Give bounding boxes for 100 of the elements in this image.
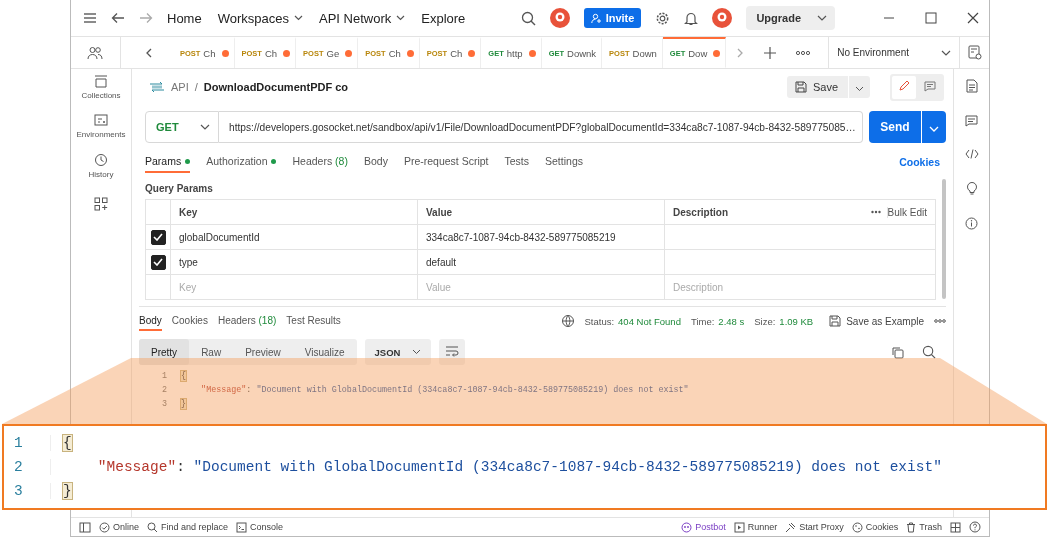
send-button[interactable]: Send	[869, 111, 921, 143]
code-icon[interactable]	[964, 149, 979, 159]
trash-icon	[906, 521, 917, 533]
document-icon[interactable]	[965, 79, 978, 93]
back-arrow-icon[interactable]	[111, 12, 125, 24]
wrap-lines-button[interactable]	[439, 339, 466, 365]
scrollbar[interactable]	[942, 179, 946, 299]
table-cell[interactable]: type	[170, 249, 418, 275]
lightbulb-icon[interactable]	[965, 181, 978, 195]
bot-icon	[681, 521, 693, 533]
table-cell[interactable]: default	[417, 249, 665, 275]
search-icon[interactable]	[520, 10, 536, 26]
view-mode-tab[interactable]: Raw	[189, 339, 234, 365]
wrap-icon	[445, 344, 460, 357]
caret-icon[interactable]	[294, 15, 303, 21]
size-value[interactable]: 1.09 KB	[779, 315, 814, 327]
avatar-icon[interactable]	[549, 8, 570, 28]
history-icon	[94, 153, 108, 167]
request-section-tab[interactable]: Body	[363, 151, 388, 173]
close-icon[interactable]	[967, 12, 979, 24]
status-bar-item[interactable]: Cookies	[851, 521, 899, 533]
more-icon[interactable]	[934, 319, 946, 323]
line-number: 1	[160, 371, 168, 381]
breadcrumb-separator: /	[194, 81, 198, 93]
response-tab[interactable]: Headers (18)	[217, 311, 277, 331]
checkbox[interactable]	[150, 229, 166, 245]
sidebar-label: Collections	[81, 91, 121, 100]
request-section-tab[interactable]: Headers (8)	[292, 151, 348, 173]
copy-icon[interactable]	[891, 345, 904, 359]
breadcrumb-link[interactable]: API	[171, 81, 189, 93]
caret-icon[interactable]	[817, 15, 827, 21]
checkbox[interactable]	[150, 254, 166, 270]
edit-mode-button[interactable]	[892, 75, 916, 99]
response-tab[interactable]: Cookies	[171, 311, 208, 331]
status-bar-item[interactable]: Start Proxy	[785, 521, 844, 533]
time-label: Time:	[690, 315, 715, 327]
request-section-tab[interactable]: Tests	[504, 151, 530, 173]
response-tab[interactable]: Test Results	[286, 311, 341, 331]
invite-button[interactable]: Invite	[583, 8, 642, 28]
view-mode-tab[interactable]: Visualize	[292, 339, 357, 365]
save-as-example-button[interactable]: Save as Example	[829, 315, 924, 327]
table-cell[interactable]: globalDocumentId	[170, 224, 418, 250]
cookies-link[interactable]: Cookies	[899, 156, 940, 168]
request-section-tab[interactable]: Pre-request Script	[403, 151, 489, 173]
request-section-tab[interactable]: Params	[145, 151, 191, 173]
time-value[interactable]: 2.48 s	[718, 315, 745, 327]
nav-link[interactable]: Home	[167, 10, 202, 26]
plus-icon[interactable]	[764, 46, 777, 59]
column-header: Key	[170, 199, 418, 225]
nav-link[interactable]: Explore	[421, 10, 466, 26]
bulk-edit-link[interactable]: Bulk Edit	[886, 206, 927, 218]
search-icon	[147, 521, 158, 533]
menu-icon[interactable]	[83, 12, 97, 24]
url-field[interactable]: https://developers.gosocket.net/sandbox/api/v1/File/DownloadDocumentPDF?globalDocumentId=334ca8c7-1087-94cb-8432-589775085…	[219, 111, 863, 143]
status-bar-item[interactable]: Find and replace	[147, 521, 229, 533]
add-apps-icon[interactable]	[94, 197, 108, 211]
team-icon[interactable]	[87, 45, 104, 60]
avatar-icon[interactable]	[712, 8, 733, 28]
request-section-tab[interactable]: Authorization	[206, 151, 277, 173]
environment-settings-icon[interactable]	[967, 45, 982, 60]
request-title[interactable]: DownloadDocumentPDF co	[203, 81, 349, 93]
info-icon[interactable]	[965, 217, 978, 230]
environment-icon	[94, 114, 108, 127]
request-section-tab[interactable]: Settings	[545, 151, 583, 173]
sidebar-label: Environments	[76, 130, 126, 139]
status-value[interactable]: 404 Not Found	[618, 315, 681, 327]
panel-icon[interactable]	[79, 521, 91, 533]
comment-icon[interactable]	[965, 115, 978, 127]
nav-link[interactable]: Workspaces	[217, 10, 303, 26]
maximize-icon[interactable]	[925, 12, 937, 24]
table-cell[interactable]: 334ca8c7-1087-94cb-8432-589775085219	[417, 224, 665, 250]
response-tab[interactable]: Body	[139, 311, 162, 331]
line-number: 2	[160, 385, 168, 395]
nav-link[interactable]: API Network	[319, 10, 406, 26]
column-header: Value	[417, 199, 665, 225]
more-icon[interactable]	[796, 49, 811, 56]
settings-icon[interactable]	[655, 10, 671, 26]
status-bar-item[interactable]: Runner	[733, 521, 778, 533]
caret-icon[interactable]	[941, 49, 952, 56]
caret-icon[interactable]	[396, 15, 406, 21]
add-person-icon	[590, 12, 602, 24]
grid-icon[interactable]	[950, 521, 961, 533]
bell-icon[interactable]	[684, 10, 699, 26]
status-bar-item[interactable]: Trash	[906, 521, 942, 533]
upgrade-button[interactable]: Upgrade	[746, 6, 835, 30]
globe-icon[interactable]	[560, 314, 575, 328]
section-heading: Query Params	[145, 183, 214, 194]
help-icon[interactable]	[969, 521, 981, 533]
view-mode-tab[interactable]: Preview	[233, 339, 293, 365]
chevron-left-icon[interactable]	[144, 47, 153, 58]
status-bar-item[interactable]: Console	[236, 521, 284, 533]
status-bar-item[interactable]: Postbot	[681, 521, 726, 533]
view-mode-tab[interactable]: Pretty	[139, 339, 190, 365]
environment-dropdown[interactable]: No Environment	[828, 37, 960, 68]
search-icon[interactable]	[922, 345, 936, 359]
more-icon[interactable]	[870, 210, 881, 214]
save-button[interactable]: Save	[786, 76, 848, 98]
status-bar-item[interactable]: Online	[99, 521, 139, 533]
format-dropdown[interactable]: JSON	[364, 339, 432, 365]
line-number: 3	[160, 399, 168, 409]
